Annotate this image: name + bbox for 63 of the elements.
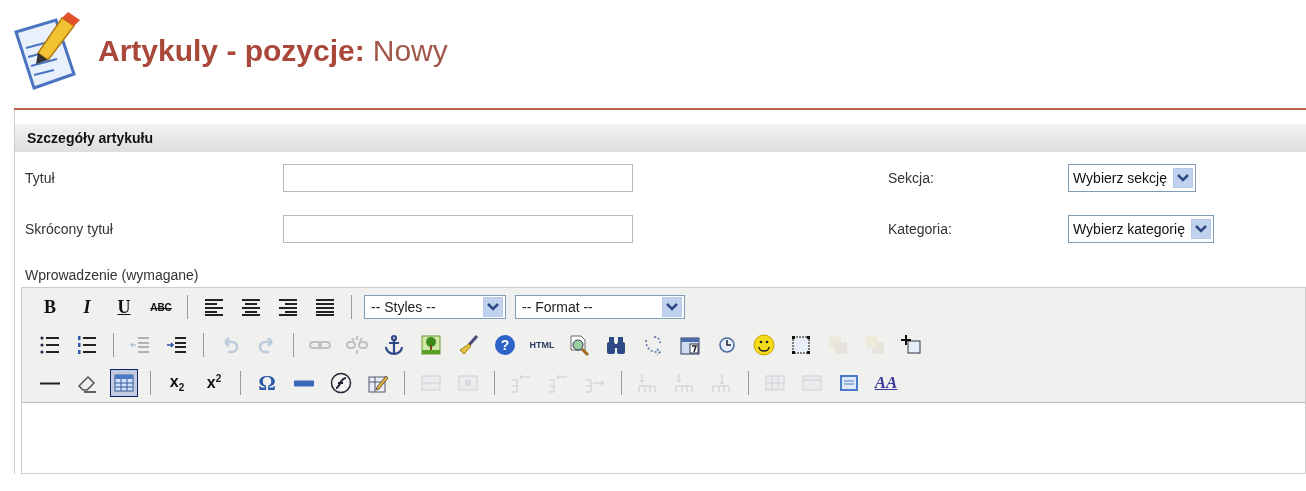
field-label: Sekcja: bbox=[888, 169, 935, 186]
field-label: Tytuł bbox=[25, 169, 56, 186]
field-label: Kategoria: bbox=[888, 220, 953, 237]
clock-icon bbox=[716, 334, 738, 356]
table-row-icon bbox=[420, 372, 442, 394]
text-field[interactable] bbox=[283, 214, 633, 243]
paint-brush-icon bbox=[457, 334, 479, 356]
strike-button[interactable]: ABC bbox=[147, 293, 175, 321]
bullet-list-icon bbox=[39, 334, 61, 356]
dashed-frame-icon bbox=[790, 334, 812, 356]
align-justify-icon bbox=[314, 296, 336, 318]
horizontal-line-icon bbox=[39, 381, 61, 385]
binoculars-icon bbox=[605, 334, 627, 356]
field-label: Skrócony tytuł bbox=[25, 220, 114, 237]
column-arrow-icon bbox=[674, 372, 696, 394]
table-icon bbox=[113, 372, 135, 394]
column-arrow-icon bbox=[637, 372, 659, 394]
align-right-icon bbox=[277, 296, 299, 318]
tree-picture-icon bbox=[420, 334, 442, 356]
numbered-list-icon bbox=[76, 334, 98, 356]
column-arrow-icon bbox=[711, 372, 733, 394]
row-arrow-icon bbox=[547, 372, 569, 394]
html-button[interactable]: HTML bbox=[528, 331, 556, 359]
bold-button[interactable]: B bbox=[36, 293, 64, 321]
chevron-down-icon bbox=[483, 297, 503, 317]
chevron-down-icon bbox=[662, 297, 682, 317]
plus-square-icon bbox=[901, 334, 923, 356]
table-button[interactable] bbox=[110, 369, 138, 397]
smiley-button[interactable] bbox=[750, 331, 778, 359]
align-left-icon bbox=[203, 296, 225, 318]
superscript-button[interactable]: x$^{2}$ bbox=[200, 369, 228, 397]
page-magnifier-icon bbox=[568, 334, 590, 356]
chevron-down-icon bbox=[1190, 218, 1211, 239]
split-table-icon bbox=[764, 372, 786, 394]
editor-label: Wprowadzenie (wymagane) bbox=[25, 267, 199, 283]
select-dropdown[interactable]: Wybierz kategorię bbox=[1068, 214, 1214, 243]
row-arrow-icon bbox=[510, 372, 532, 394]
format-dropdown[interactable]: -- Styles -- bbox=[364, 295, 506, 319]
subscript-button[interactable]: x$_{2}$ bbox=[163, 369, 191, 397]
page-subtitle: Nowy bbox=[372, 34, 448, 67]
indent-icon bbox=[166, 334, 188, 356]
horizontal-bar-icon bbox=[293, 379, 315, 387]
anchor-icon bbox=[383, 334, 405, 356]
table-cell-icon bbox=[457, 372, 479, 394]
smiley-icon bbox=[753, 334, 775, 356]
section-header: Szczegóły artykułu bbox=[15, 124, 1306, 152]
format-dropdown[interactable]: -- Format -- bbox=[515, 295, 685, 319]
outdent-icon bbox=[129, 334, 151, 356]
chevron-down-icon bbox=[1173, 167, 1193, 188]
flash-circle-icon bbox=[330, 372, 352, 394]
page-title: Artykuly - pozycje: Nowy bbox=[98, 34, 448, 68]
underline-button[interactable]: U bbox=[110, 293, 138, 321]
italic-button[interactable]: I bbox=[73, 293, 101, 321]
dotted-arrow-icon bbox=[642, 334, 664, 356]
charmap-button[interactable]: Ω bbox=[253, 369, 281, 397]
styleprops-button[interactable]: AA bbox=[872, 369, 900, 397]
text-field[interactable] bbox=[283, 163, 633, 192]
window-frame-icon bbox=[838, 372, 860, 394]
broken-chain-icon bbox=[346, 334, 368, 356]
select-dropdown[interactable]: Wybierz sekcję bbox=[1068, 163, 1196, 192]
align-center-icon bbox=[240, 296, 262, 318]
merge-table-icon bbox=[801, 372, 823, 394]
calendar-icon bbox=[679, 334, 701, 356]
